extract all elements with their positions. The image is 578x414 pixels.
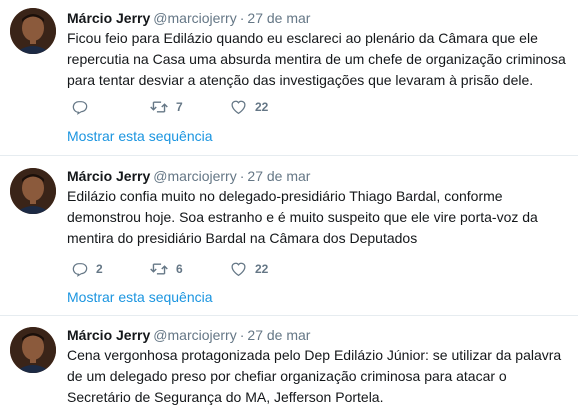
author-handle[interactable]: @marciojerry bbox=[153, 168, 236, 184]
author-name[interactable]: Márcio Jerry bbox=[67, 10, 150, 26]
reply-button[interactable]: 2 bbox=[72, 260, 103, 278]
avatar[interactable] bbox=[10, 168, 56, 214]
retweet-count: 7 bbox=[176, 100, 183, 114]
separator: · bbox=[239, 168, 245, 184]
like-count: 22 bbox=[255, 262, 269, 276]
tweet-actions: 2 6 22 bbox=[67, 260, 367, 278]
reply-icon bbox=[72, 99, 88, 115]
like-count: 22 bbox=[255, 100, 269, 114]
author-name[interactable]: Márcio Jerry bbox=[67, 168, 150, 184]
tweet-header: Márcio Jerry @marciojerry · 27 de mar bbox=[67, 326, 310, 344]
avatar[interactable] bbox=[10, 8, 56, 54]
separator: · bbox=[239, 10, 245, 26]
author-name[interactable]: Márcio Jerry bbox=[67, 327, 150, 343]
retweet-count: 6 bbox=[176, 262, 183, 276]
heart-icon bbox=[230, 99, 247, 115]
retweet-icon bbox=[150, 261, 168, 277]
separator: · bbox=[239, 327, 245, 343]
show-thread-link[interactable]: Mostrar esta sequência bbox=[67, 289, 213, 305]
like-button[interactable]: 22 bbox=[230, 260, 268, 278]
tweet-text: Cena vergonhosa protagonizada pelo Dep E… bbox=[67, 347, 562, 405]
show-thread-link[interactable]: Mostrar esta sequência bbox=[67, 128, 213, 144]
avatar[interactable] bbox=[10, 327, 56, 373]
tweet[interactable]: Márcio Jerry @marciojerry · 27 de mar Edilá… bbox=[0, 156, 578, 316]
tweet-header: Márcio Jerry @marciojerry · 27 de mar bbox=[67, 9, 310, 27]
tweet-date[interactable]: 27 de mar bbox=[247, 327, 310, 343]
tweet-text: Ficou feio para Edilázio quando eu escla… bbox=[67, 30, 566, 88]
tweet[interactable]: Márcio Jerry @marciojerry · 27 de mar Ficou… bbox=[0, 0, 578, 156]
reply-count: 2 bbox=[96, 262, 103, 276]
author-handle[interactable]: @marciojerry bbox=[153, 327, 236, 343]
retweet-icon bbox=[150, 99, 168, 115]
like-button[interactable]: 22 bbox=[230, 98, 268, 116]
retweet-button[interactable]: 7 bbox=[150, 98, 183, 116]
tweet-text: Edilázio confia muito no delegado-presid… bbox=[67, 188, 538, 246]
reply-button[interactable] bbox=[72, 98, 96, 116]
heart-icon bbox=[230, 261, 247, 277]
tweet-date[interactable]: 27 de mar bbox=[247, 10, 310, 26]
reply-icon bbox=[72, 261, 88, 277]
author-handle[interactable]: @marciojerry bbox=[153, 10, 236, 26]
tweet-header: Márcio Jerry @marciojerry · 27 de mar bbox=[67, 167, 310, 185]
tweet-date[interactable]: 27 de mar bbox=[247, 168, 310, 184]
tweet[interactable]: Márcio Jerry @marciojerry · 27 de mar Cena … bbox=[0, 316, 578, 414]
tweet-actions: 7 22 bbox=[67, 98, 367, 116]
retweet-button[interactable]: 6 bbox=[150, 260, 183, 278]
